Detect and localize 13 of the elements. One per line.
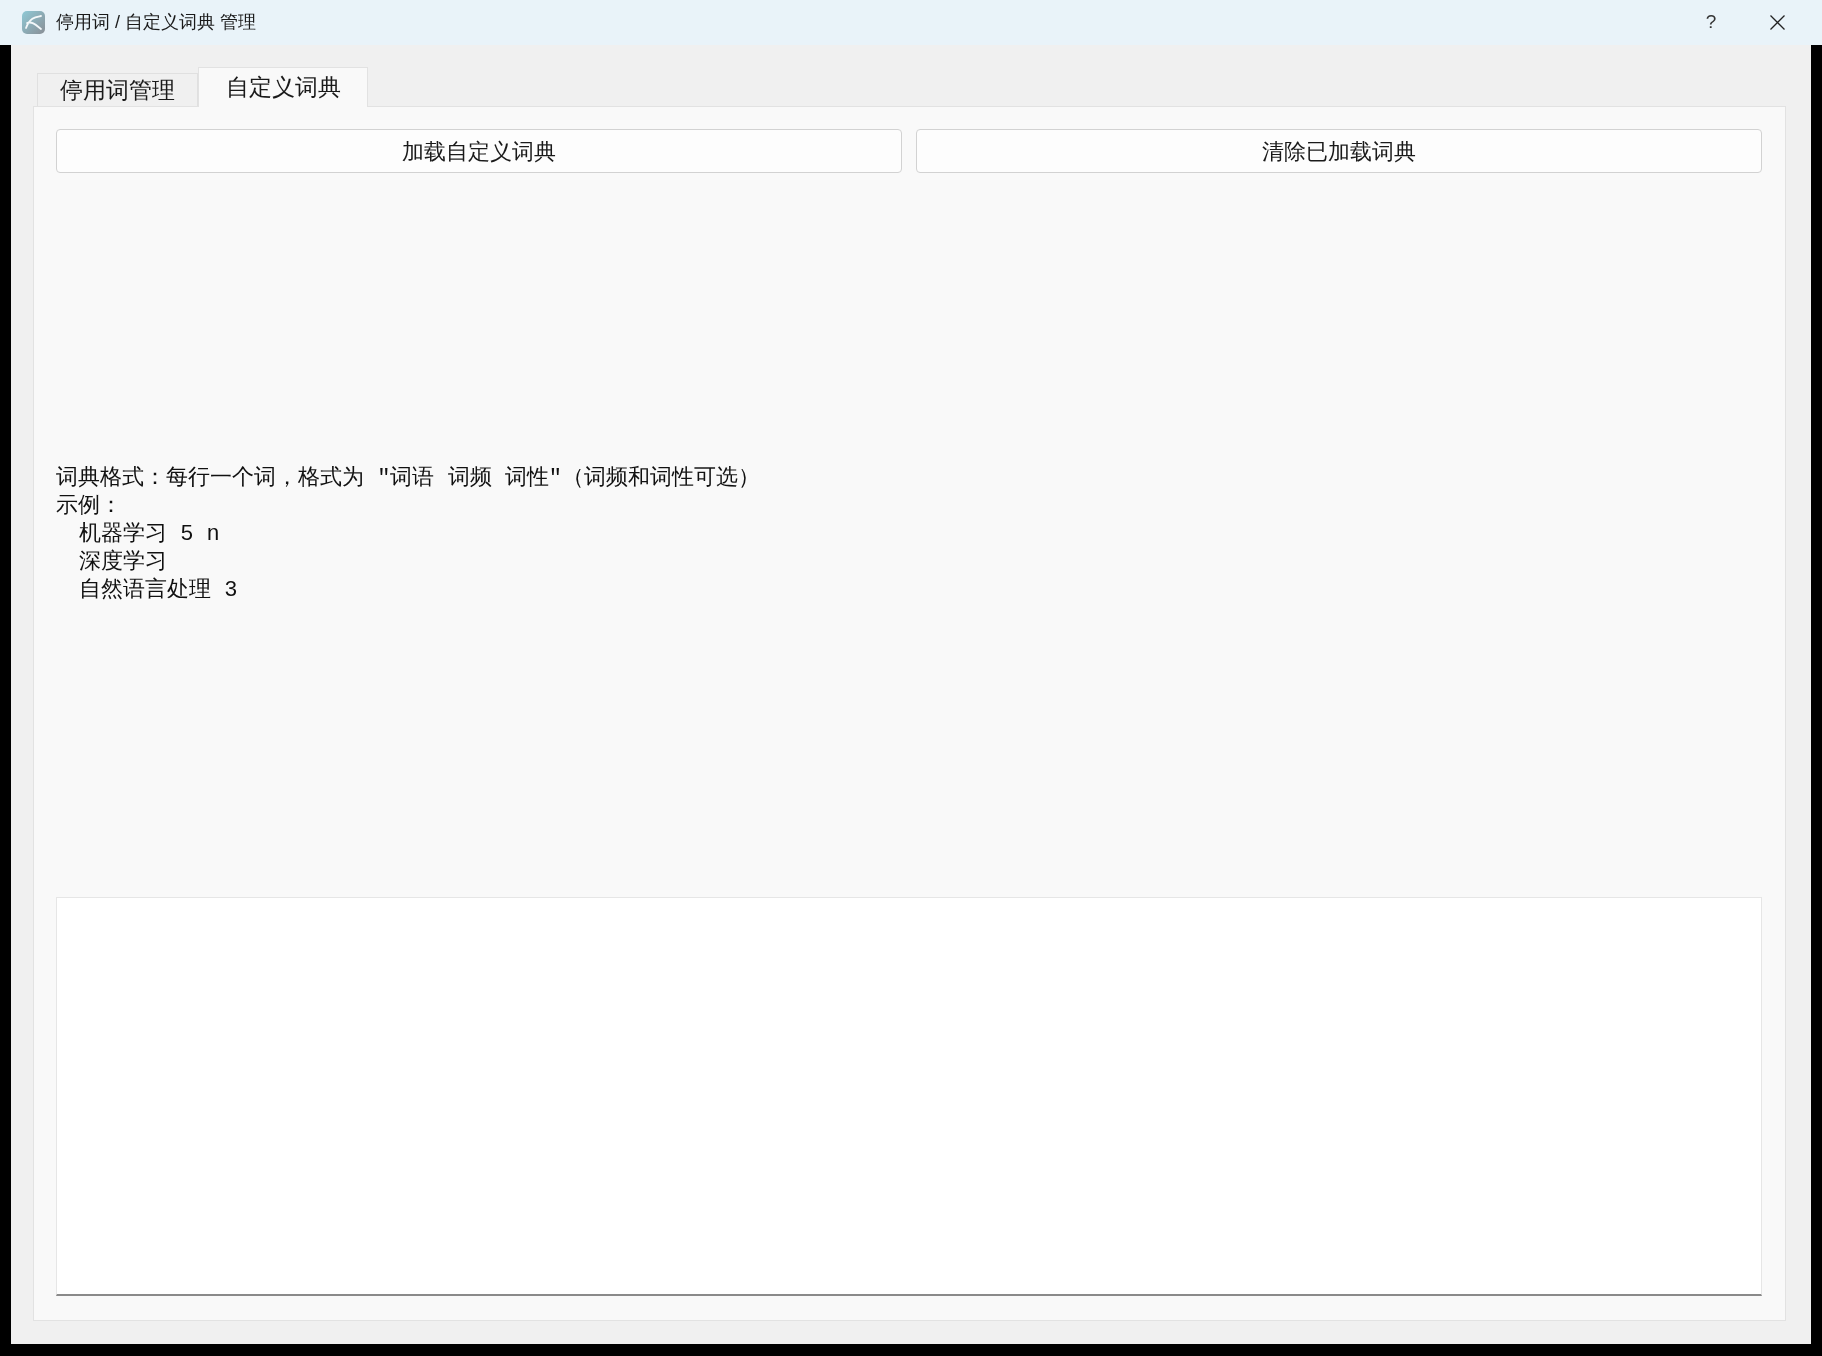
action-button[interactable]: 清除已加载词典 [916,129,1762,173]
help-button[interactable]: ? [1688,0,1734,45]
example-heading: 示例： [56,493,122,521]
app-icon [22,11,45,34]
action-button[interactable]: 加载自定义词典 [56,129,902,173]
close-icon [1769,15,1785,30]
example-line: 深度学习 [79,549,167,577]
tab[interactable]: 停用词管理 [37,73,198,106]
tab[interactable]: 自定义词典 [198,67,368,107]
example-line: 自然语言处理 3 [79,577,238,605]
format-description: 词典格式：每行一个词，格式为 "词语 词频 词性"（词频和词性可选） [56,465,760,493]
window-title: 停用词 / 自定义词典 管理 [56,11,256,34]
example-line: 机器学习 5 n [79,521,220,549]
